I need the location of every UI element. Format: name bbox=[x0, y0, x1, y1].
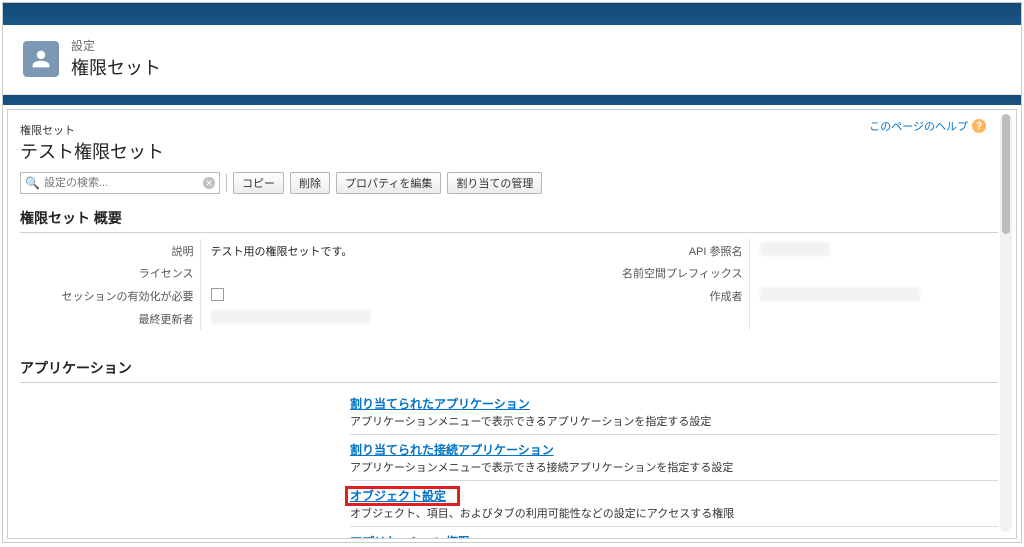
header-text: 設定 権限セット bbox=[71, 37, 161, 80]
toolbar-divider bbox=[226, 174, 227, 192]
application-section-label: アプリケーション bbox=[20, 360, 132, 376]
content-area: このページのヘルプ ? 権限セット テスト権限セット 🔍 ✕ コピー 削除 プロ… bbox=[7, 109, 1017, 539]
namespace-label: 名前空間プレフィックス bbox=[609, 262, 749, 284]
top-banner bbox=[3, 3, 1021, 25]
sub-banner bbox=[3, 95, 1021, 105]
api-name-label: API 参照名 bbox=[609, 239, 749, 262]
scrollbar[interactable] bbox=[1000, 114, 1012, 532]
search-input[interactable] bbox=[44, 177, 199, 189]
header-kicker: 設定 bbox=[71, 37, 161, 54]
namespace-value bbox=[749, 262, 998, 284]
breadcrumb[interactable]: 権限セット bbox=[20, 122, 998, 138]
license-value bbox=[200, 262, 449, 284]
clone-button[interactable]: コピー bbox=[233, 172, 284, 194]
created-by-value bbox=[749, 284, 998, 307]
app-item-link[interactable]: 割り当てられたアプリケーション bbox=[350, 397, 530, 411]
app-item: アプリケーション権限[コールセンターの管理] などアプリケーション固有のアクショ… bbox=[350, 527, 998, 539]
app-item: 割り当てられた接続アプリケーションアプリケーションメニューで表示できる接続アプリ… bbox=[350, 435, 998, 481]
app-item-desc: アプリケーションメニューで表示できる接続アプリケーションを指定する設定 bbox=[350, 459, 998, 475]
edit-properties-button[interactable]: プロパティを編集 bbox=[336, 172, 441, 194]
session-activation-label: セッションの有効化が必要 bbox=[20, 284, 200, 307]
toolbar: 🔍 ✕ コピー 削除 プロパティを編集 割り当ての管理 bbox=[20, 172, 998, 194]
permission-set-icon bbox=[23, 41, 59, 77]
desc-value: テスト用の権限セットです。 bbox=[200, 239, 449, 262]
session-checkbox bbox=[211, 288, 224, 301]
application-list: 割り当てられたアプリケーションアプリケーションメニューで表示できるアプリケーショ… bbox=[350, 389, 998, 539]
help-link[interactable]: このページのヘルプ ? bbox=[869, 118, 986, 134]
desc-label: 説明 bbox=[20, 239, 200, 262]
app-item-link[interactable]: 割り当てられた接続アプリケーション bbox=[350, 443, 554, 457]
app-item-desc: オブジェクト、項目、およびタブの利用可能性などの設定にアクセスする権限 bbox=[350, 505, 998, 521]
last-modified-by-value bbox=[200, 307, 449, 330]
overview-section-title: 権限セット 概要 bbox=[20, 208, 998, 233]
overview-section-label: 権限セット 概要 bbox=[20, 210, 122, 226]
highlight-box bbox=[345, 486, 460, 506]
header-title: 権限セット bbox=[71, 54, 161, 80]
session-activation-value bbox=[200, 284, 449, 307]
clear-search-icon[interactable]: ✕ bbox=[203, 177, 215, 189]
app-item-desc: アプリケーションメニューで表示できるアプリケーションを指定する設定 bbox=[350, 413, 998, 429]
app-item: 割り当てられたアプリケーションアプリケーションメニューで表示できるアプリケーショ… bbox=[350, 389, 998, 435]
overview-table: 説明 テスト用の権限セットです。 API 参照名 ライセンス 名前空間プレフィッ… bbox=[20, 239, 998, 330]
help-icon: ? bbox=[972, 119, 986, 133]
license-label: ライセンス bbox=[20, 262, 200, 284]
last-modified-by-label: 最終更新者 bbox=[20, 307, 200, 330]
app-window: 設定 権限セット このページのヘルプ ? 権限セット テスト権限セット 🔍 ✕ … bbox=[2, 2, 1022, 543]
page-header: 設定 権限セット bbox=[3, 25, 1021, 95]
created-by-label: 作成者 bbox=[609, 284, 749, 307]
search-icon: 🔍 bbox=[25, 176, 40, 190]
app-item-link[interactable]: アプリケーション権限 bbox=[350, 535, 470, 539]
search-box[interactable]: 🔍 ✕ bbox=[20, 172, 220, 194]
help-link-label: このページのヘルプ bbox=[869, 118, 968, 134]
manage-assignments-button[interactable]: 割り当ての管理 bbox=[447, 172, 542, 194]
page-title: テスト権限セット bbox=[20, 138, 998, 164]
api-name-value bbox=[749, 239, 998, 262]
scrollbar-thumb[interactable] bbox=[1002, 114, 1010, 234]
application-section-title: アプリケーション bbox=[20, 358, 998, 383]
delete-button[interactable]: 削除 bbox=[290, 172, 330, 194]
